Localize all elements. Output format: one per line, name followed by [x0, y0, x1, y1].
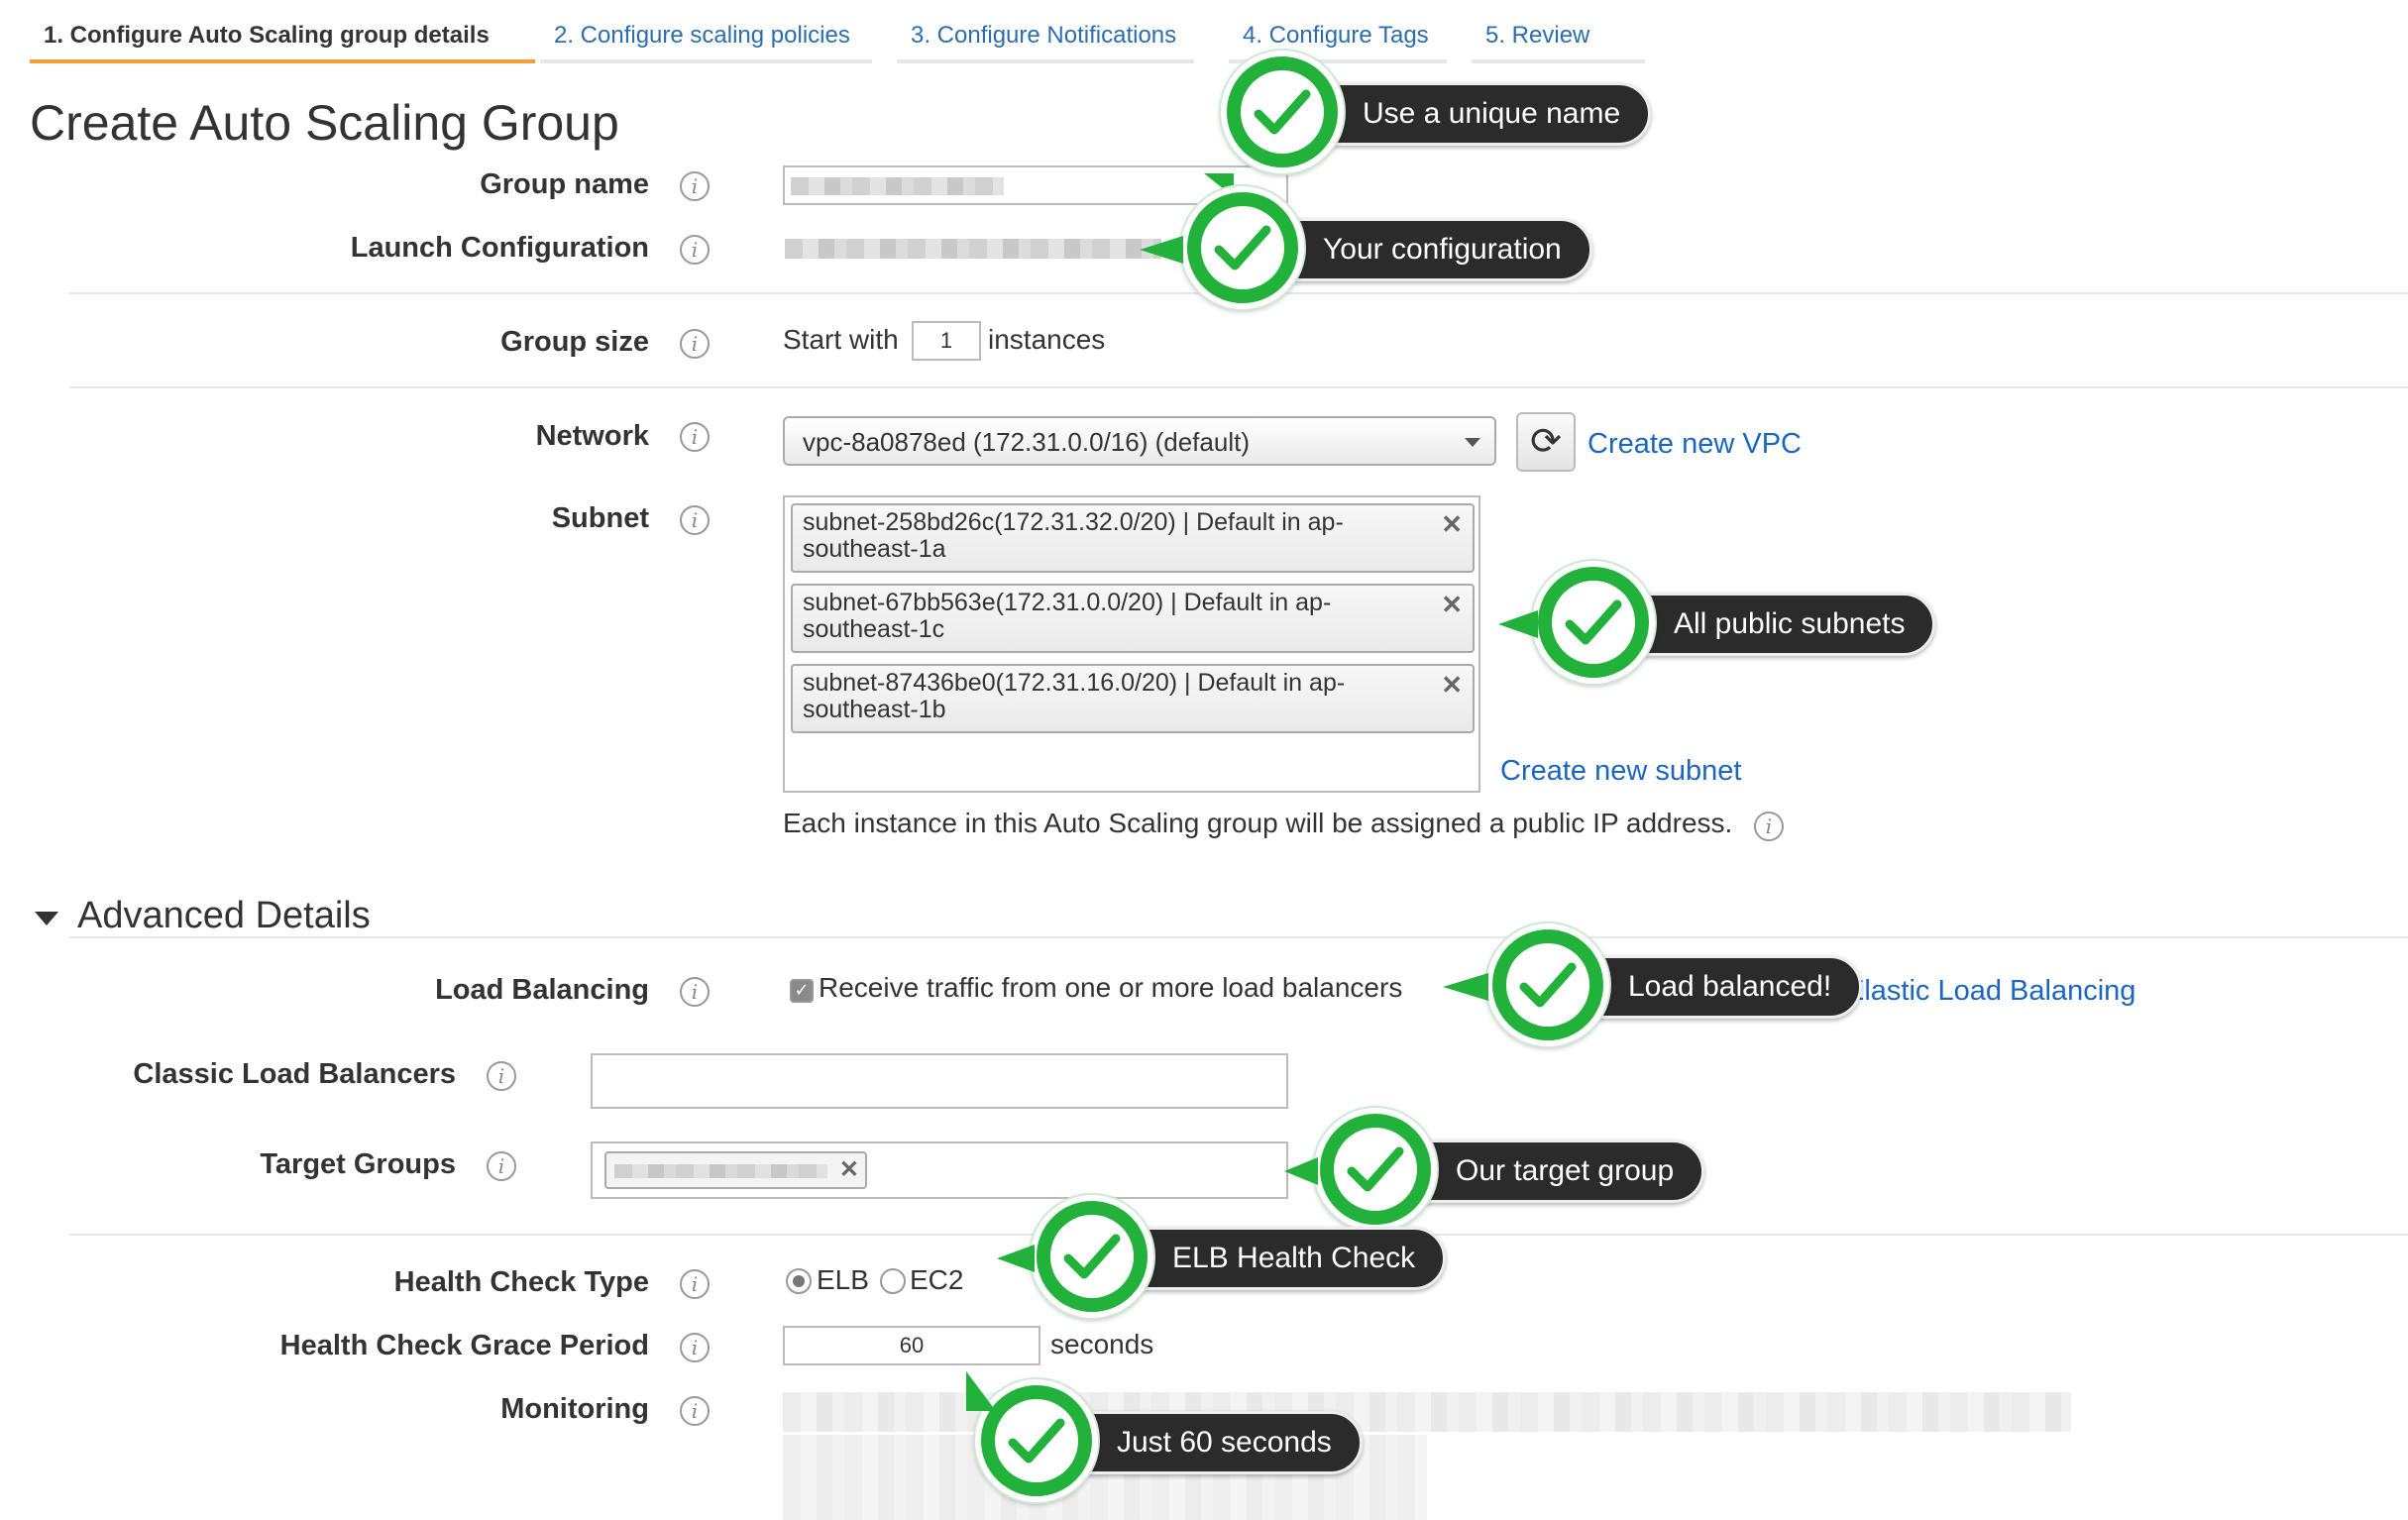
info-icon[interactable]: i	[680, 1269, 710, 1299]
callout-public-subnets: All public subnets	[1532, 561, 1948, 684]
info-icon[interactable]: i	[680, 171, 710, 201]
close-icon[interactable]: ✕	[1441, 592, 1463, 618]
hc-elb-radio[interactable]	[786, 1268, 812, 1294]
info-icon[interactable]: i	[680, 505, 710, 535]
checkmark-badge-icon	[1181, 186, 1304, 309]
checkmark-badge-icon	[1314, 1108, 1437, 1231]
callout-your-config: Your configuration	[1181, 186, 1592, 309]
create-vpc-link[interactable]: Create new VPC	[1587, 428, 1802, 461]
subnet-multiselect[interactable]: subnet-258bd26c(172.31.32.0/20) | Defaul…	[783, 495, 1480, 793]
close-icon[interactable]: ✕	[1441, 672, 1463, 699]
subnet-chip-label: subnet-87436be0(172.31.16.0/20) | Defaul…	[803, 669, 1346, 723]
close-icon[interactable]: ✕	[1441, 511, 1463, 538]
info-icon[interactable]: i	[680, 1396, 710, 1426]
grace-period-label: Health Check Grace Period	[279, 1330, 649, 1361]
refresh-button[interactable]: ⟳	[1516, 412, 1576, 472]
classic-lb-input[interactable]	[591, 1053, 1288, 1109]
checkmark-badge-icon	[1486, 923, 1609, 1046]
callout-target-group: Our target group	[1314, 1108, 1710, 1231]
subnet-chip: subnet-258bd26c(172.31.32.0/20) | Defaul…	[791, 503, 1475, 573]
divider	[69, 936, 2408, 938]
checkmark-badge-icon	[1221, 51, 1344, 173]
callout-unique-name: Use a unique name	[1221, 51, 1652, 173]
instances-input[interactable]: 1	[912, 321, 981, 361]
callout-pointer	[1284, 1157, 1318, 1185]
hc-ec2-radio[interactable]	[880, 1268, 906, 1294]
monitoring-label: Monitoring	[500, 1393, 649, 1425]
public-ip-note: Each instance in this Auto Scaling group…	[783, 808, 1733, 838]
callout-pointer	[1498, 610, 1538, 638]
close-icon[interactable]: ✕	[839, 1155, 859, 1184]
target-groups-input[interactable]: ✕	[591, 1141, 1288, 1199]
info-icon[interactable]: i	[680, 1333, 710, 1362]
checkmark-badge-icon	[1532, 561, 1655, 684]
advanced-details-title[interactable]: Advanced Details	[77, 895, 371, 937]
page-title: Create Auto Scaling Group	[30, 95, 619, 151]
info-icon[interactable]: i	[487, 1061, 516, 1091]
info-icon[interactable]: i	[680, 977, 710, 1007]
divider	[69, 386, 2408, 388]
tab-review[interactable]: 5. Review	[1472, 18, 1645, 63]
create-subnet-link[interactable]: Create new subnet	[1500, 755, 1741, 788]
subnet-label: Subnet	[551, 502, 649, 534]
hc-elb-label: ELB	[817, 1264, 869, 1295]
health-check-type-label: Health Check Type	[393, 1266, 649, 1298]
network-value: vpc-8a0878ed (172.31.0.0/16) (default)	[803, 427, 1250, 457]
info-icon[interactable]: i	[1754, 812, 1784, 841]
grace-period-input[interactable]: 60	[783, 1326, 1040, 1365]
subnet-chip: subnet-87436be0(172.31.16.0/20) | Defaul…	[791, 664, 1475, 733]
subnet-chip-label: subnet-258bd26c(172.31.32.0/20) | Defaul…	[803, 508, 1344, 563]
hc-ec2-label: EC2	[910, 1264, 964, 1295]
tab-configure-details[interactable]: 1. Configure Auto Scaling group details	[30, 18, 535, 63]
redacted-target-group	[614, 1164, 827, 1178]
group-size-label: Group size	[500, 326, 649, 358]
info-icon[interactable]: i	[680, 422, 710, 452]
info-icon[interactable]: i	[487, 1151, 516, 1181]
classic-lb-label: Classic Load Balancers	[133, 1058, 456, 1090]
refresh-icon: ⟳	[1530, 419, 1562, 463]
elb-link[interactable]: Elastic Load Balancing	[1845, 975, 2135, 1008]
start-with-label: Start with	[783, 324, 899, 355]
info-icon[interactable]: i	[680, 235, 710, 265]
group-name-label: Group name	[480, 168, 649, 200]
callout-pointer	[966, 1371, 996, 1411]
chevron-down-icon	[1465, 438, 1480, 447]
grace-period-unit: seconds	[1050, 1329, 1154, 1359]
checkmark-badge-icon	[1031, 1195, 1153, 1318]
callout-pointer	[1443, 973, 1488, 1001]
redacted-launch-config	[785, 239, 1161, 259]
network-select[interactable]: vpc-8a0878ed (172.31.0.0/16) (default)	[783, 416, 1496, 466]
load-balancing-checkbox[interactable]: ✓	[790, 979, 814, 1003]
target-group-chip: ✕	[604, 1151, 867, 1189]
load-balancing-label: Load Balancing	[435, 974, 649, 1006]
callout-pointer	[997, 1245, 1035, 1272]
subnet-chip-label: subnet-67bb563e(172.31.0.0/20) | Default…	[803, 589, 1332, 643]
callout-load-balanced: Load balanced!	[1486, 923, 1863, 1046]
redacted-group-name	[791, 177, 1004, 195]
callout-sixty-seconds: Just 60 seconds	[975, 1379, 1363, 1502]
callout-elb-health: ELB Health Check	[1031, 1195, 1447, 1318]
subnet-chip: subnet-67bb563e(172.31.0.0/20) | Default…	[791, 584, 1475, 653]
network-label: Network	[535, 420, 649, 452]
triangle-down-icon[interactable]	[35, 912, 58, 925]
launch-config-label: Launch Configuration	[350, 232, 649, 264]
target-groups-label: Target Groups	[260, 1148, 456, 1180]
tab-notifications[interactable]: 3. Configure Notifications	[897, 18, 1194, 63]
load-balancing-checkbox-label: Receive traffic from one or more load ba…	[819, 972, 1403, 1003]
info-icon[interactable]: i	[680, 329, 710, 359]
tab-scaling-policies[interactable]: 2. Configure scaling policies	[540, 18, 872, 63]
callout-pointer	[1140, 236, 1183, 264]
instances-suffix: instances	[988, 324, 1106, 355]
